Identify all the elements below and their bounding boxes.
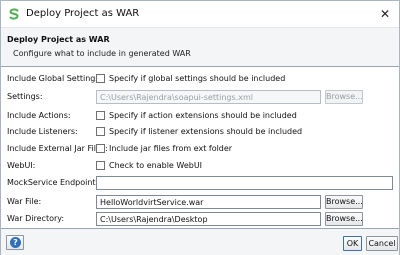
war-file-input[interactable]: HelloWorldvirtService.war (96, 195, 321, 209)
help-button[interactable]: ? (6, 235, 24, 250)
row-mockservice-endpoint: MockService Endpoint: (1, 175, 399, 191)
listeners-checkbox-text[interactable]: Specify if listener extensions should be… (109, 127, 302, 136)
dialog-header: Deploy Project as WAR Configure what to … (1, 27, 399, 67)
dialog-footer: ? OK Cancel (1, 228, 399, 255)
global-settings-checkbox-text[interactable]: Specify if global settings should be inc… (109, 74, 285, 83)
webui-checkbox[interactable] (96, 161, 105, 170)
listeners-label: Include Listeners: (7, 127, 78, 136)
actions-checkbox-text[interactable]: Specify if action extensions should be i… (109, 111, 297, 120)
close-icon[interactable]: ✕ (375, 4, 395, 24)
listeners-checkbox[interactable] (96, 127, 105, 136)
war-directory-browse-button[interactable]: Browse... (325, 212, 363, 226)
help-icon: ? (10, 237, 21, 248)
global-settings-checkbox[interactable] (96, 74, 105, 83)
cancel-button[interactable]: Cancel (366, 236, 398, 251)
mockservice-endpoint-input[interactable] (96, 176, 393, 190)
header-title: Deploy Project as WAR (7, 35, 110, 44)
external-jars-checkbox[interactable] (96, 144, 105, 153)
row-actions: Include Actions: Specify if action exten… (1, 108, 399, 124)
actions-label: Include Actions: (7, 111, 71, 120)
row-webui: WebUI: Check to enable WebUI (1, 158, 399, 174)
war-directory-label: War Directory: (7, 214, 65, 223)
settings-browse-button: Browse... (325, 90, 363, 104)
settings-label: Settings: (7, 92, 43, 101)
webui-checkbox-text[interactable]: Check to enable WebUI (109, 161, 202, 170)
window-title: Deploy Project as WAR (26, 8, 140, 19)
row-external-jars: Include External Jar Files: Include jar … (1, 141, 399, 157)
ok-button[interactable]: OK (343, 236, 362, 251)
title-bar: Deploy Project as WAR ✕ (1, 1, 399, 27)
mockservice-endpoint-label: MockService Endpoint: (7, 178, 99, 187)
actions-checkbox[interactable] (96, 111, 105, 120)
global-settings-label: Include Global Settings: (7, 74, 103, 83)
header-description: Configure what to include in generated W… (13, 49, 191, 58)
settings-path-field: C:\Users\Rajendra\soapui-settings.xml (96, 90, 321, 104)
war-file-label: War File: (7, 197, 42, 206)
row-settings: Settings: C:\Users\Rajendra\soapui-setti… (1, 89, 399, 105)
row-listeners: Include Listeners: Specify if listener e… (1, 124, 399, 140)
row-global-settings: Include Global Settings: Specify if glob… (1, 71, 399, 87)
war-file-browse-button[interactable]: Browse... (325, 195, 363, 209)
deploy-war-dialog: Deploy Project as WAR ✕ Deploy Project a… (0, 0, 400, 255)
external-jars-label: Include External Jar Files: (7, 144, 108, 153)
row-war-file: War File: HelloWorldvirtService.war Brow… (1, 194, 399, 210)
webui-label: WebUI: (7, 161, 36, 170)
war-directory-input[interactable]: C:\Users\Rajendra\Desktop (96, 212, 321, 226)
row-war-directory: War Directory: C:\Users\Rajendra\Desktop… (1, 211, 399, 227)
external-jars-checkbox-text[interactable]: Include jar files from ext folder (109, 144, 232, 153)
soapui-logo-icon (9, 8, 19, 20)
